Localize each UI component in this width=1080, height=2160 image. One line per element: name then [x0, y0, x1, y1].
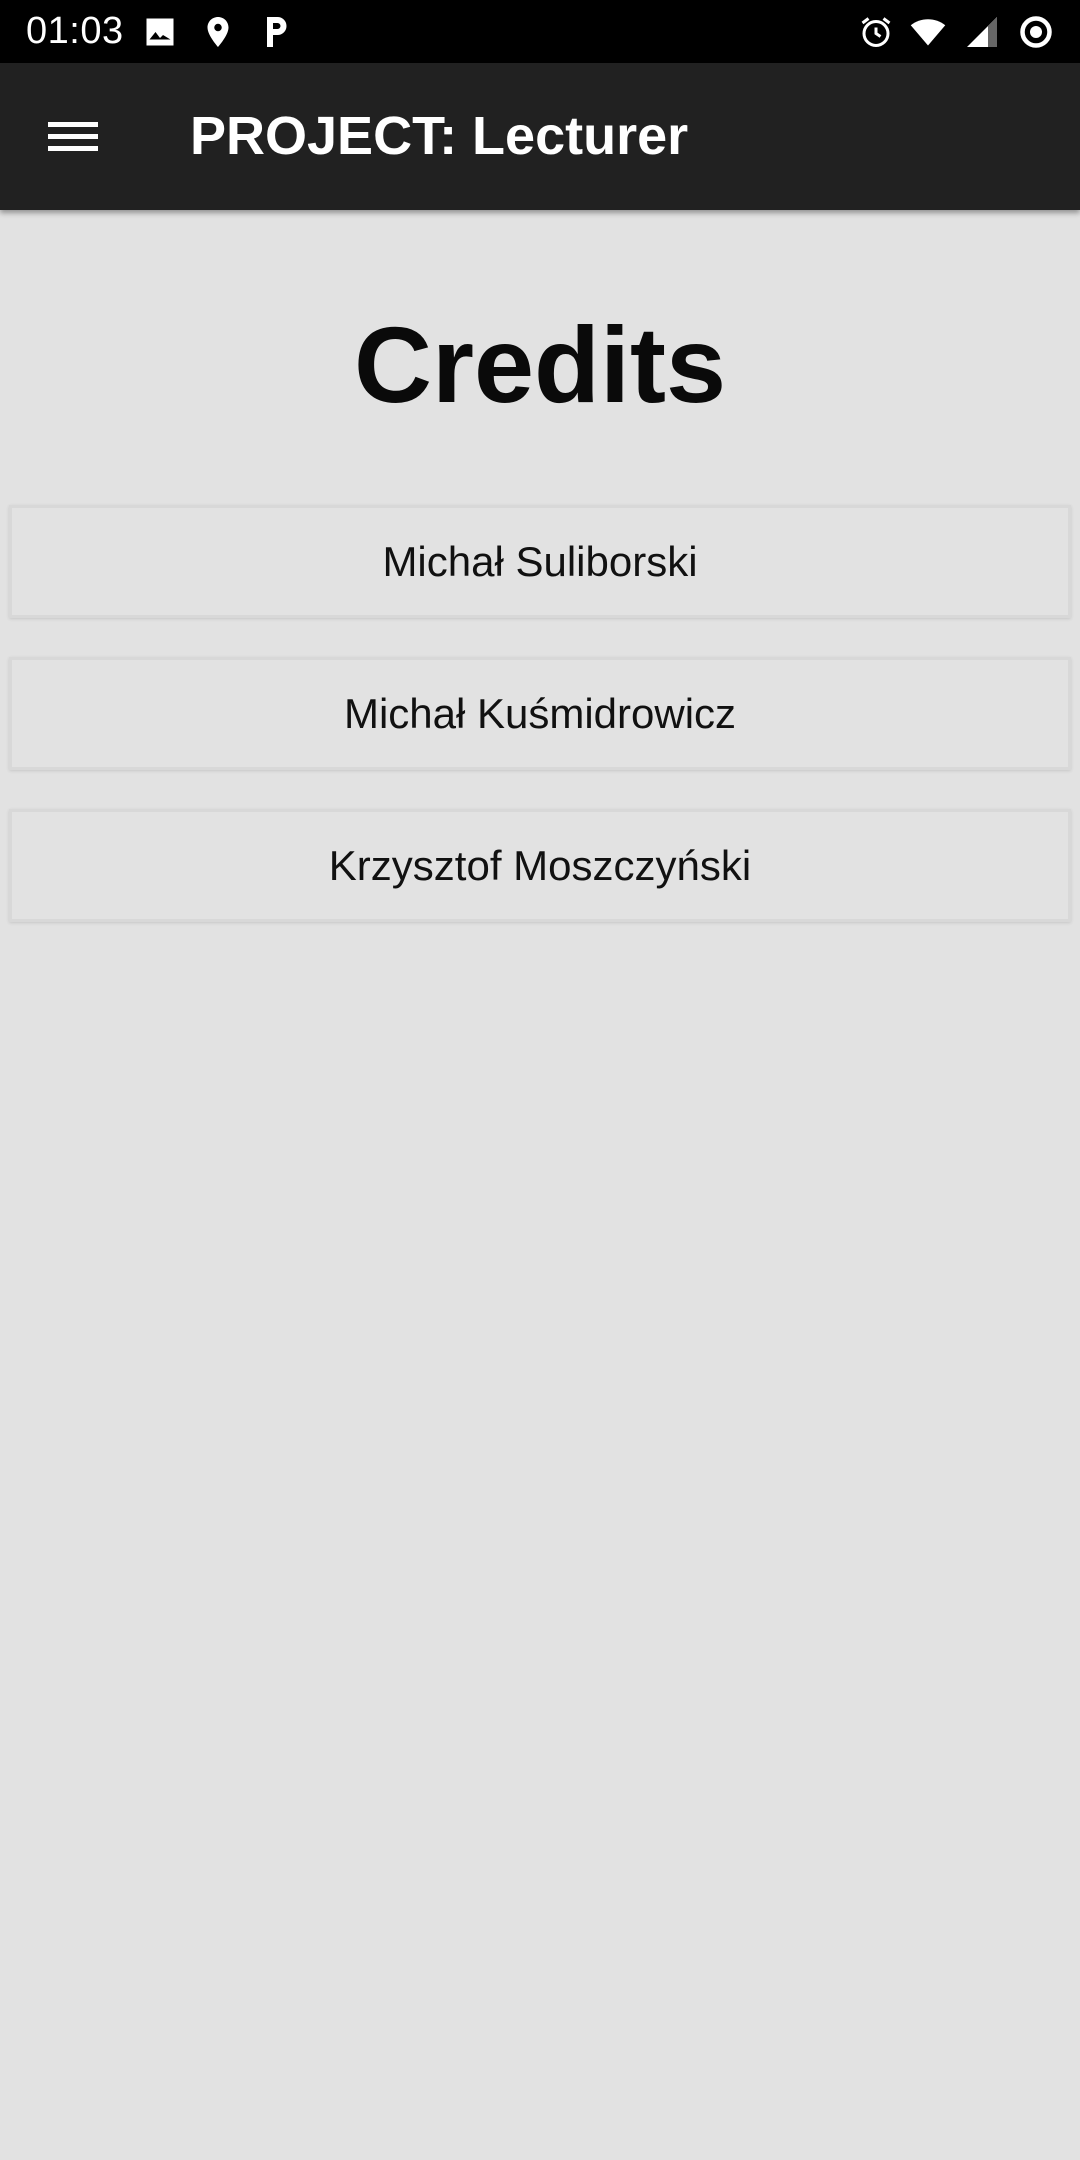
credit-name: Michał Suliborski	[382, 537, 698, 585]
sync-circle-icon	[1018, 14, 1054, 50]
status-time: 01:03	[26, 10, 124, 52]
hamburger-menu-icon	[36, 101, 108, 173]
location-pin-icon	[200, 14, 236, 50]
status-bar: 01:03	[0, 0, 1080, 63]
app-title: PROJECT: Lecturer	[190, 106, 689, 166]
page-title: Credits	[353, 304, 727, 425]
app-bar: PROJECT: Lecturer	[0, 63, 1080, 210]
parking-app-icon	[258, 14, 294, 50]
credit-item[interactable]: Michał Kuśmidrowicz	[9, 657, 1071, 770]
hamburger-menu-button[interactable]	[36, 101, 108, 173]
credit-name: Michał Kuśmidrowicz	[343, 689, 737, 737]
credit-name: Krzysztof Moszczyński	[328, 841, 752, 889]
credit-item[interactable]: Michał Suliborski	[9, 505, 1071, 618]
credit-item[interactable]: Krzysztof Moszczyński	[9, 809, 1071, 922]
image-icon	[142, 14, 178, 50]
wifi-icon	[910, 14, 946, 50]
cell-signal-icon	[964, 14, 1000, 50]
credits-list: Michał Suliborski Michał Kuśmidrowicz Kr…	[9, 505, 1071, 961]
alarm-icon	[858, 14, 894, 50]
